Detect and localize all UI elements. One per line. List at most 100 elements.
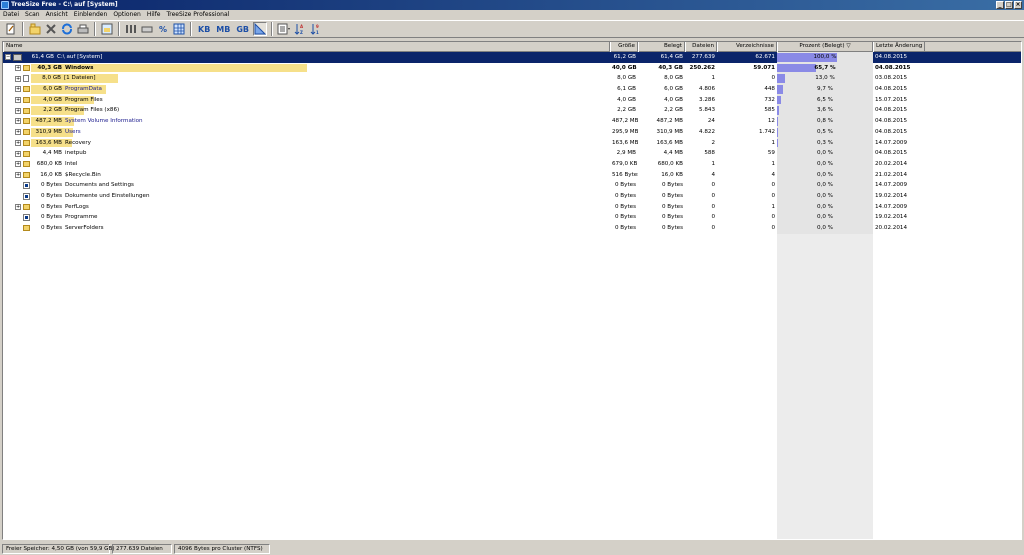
expand-icon[interactable]: + — [15, 203, 21, 210]
last-modified-cell: 04.08.2015 — [875, 118, 908, 125]
used-cell: 2,2 GB — [664, 107, 683, 114]
tree-row[interactable]: 0 Bytes Programme 0 Bytes 0 Bytes 0 0 0,0 % 19.… — [3, 212, 1021, 223]
tree-row[interactable]: +680,0 KB Intel 679,0 KB 680,0 KB 1 1 0,0 % 20.… — [3, 158, 1021, 170]
grid-view-button[interactable] — [172, 22, 186, 36]
drive-view-button[interactable] — [140, 22, 154, 36]
column-header-directories[interactable]: Verzeichnisse — [717, 42, 777, 52]
minimize-button[interactable]: _ — [996, 1, 1004, 9]
name-cell: +8,0 GB [1 Dateien] — [3, 73, 610, 84]
expand-icon[interactable]: + — [15, 150, 21, 157]
name-cell: +310,9 MB Users — [3, 127, 610, 138]
files-cell: 5.843 — [698, 107, 715, 114]
auto-unit-button[interactable] — [253, 22, 268, 36]
stop-x-icon — [46, 24, 56, 34]
menu-einblenden[interactable]: Einblenden — [74, 10, 108, 20]
tree-row[interactable]: +2,2 GB Program Files (x86) 2,2 GB 2,2 GB 5.… — [3, 105, 1021, 117]
expand-icon[interactable]: + — [15, 107, 21, 114]
tree-row[interactable]: +4,0 GB Program Files 4,0 GB 4,0 GB 3.286 732… — [3, 94, 1021, 106]
refresh-button[interactable] — [60, 22, 74, 36]
size-cell: 0 Bytes — [614, 182, 636, 189]
expand-icon[interactable]: + — [15, 75, 21, 82]
maximize-button[interactable]: □ — [1005, 1, 1013, 9]
last-modified-cell: 04.08.2015 — [875, 54, 908, 60]
unit-gb-label: GB — [236, 24, 250, 34]
tree-row[interactable]: +4,4 MB inetpub 2,9 MB 4,4 MB 588 59 0,0 % 04.0… — [3, 148, 1021, 159]
directories-cell: 59.071 — [753, 64, 775, 71]
tree-row[interactable]: +6,0 GB ProgramData 6,1 GB 6,0 GB 4.806 448 9,… — [3, 84, 1021, 95]
unit-mb-button[interactable]: MB — [214, 22, 232, 36]
expand-icon[interactable]: + — [15, 161, 21, 168]
percent-text: 13,0 % — [815, 75, 835, 82]
directories-cell: 0 — [771, 214, 775, 221]
tree-row[interactable]: −61,4 GB C:\ auf [System] 61,2 GB 61,4 GB 27… — [3, 52, 1021, 63]
sort-by-name-button[interactable]: AZ — [293, 22, 307, 36]
size-cell: 0 Bytes — [614, 225, 636, 231]
percent-text: 0,0 % — [817, 225, 833, 231]
percent-bar — [777, 106, 780, 116]
tree-row[interactable]: +310,9 MB Users 295,9 MB 310,9 MB 4.822 1.742… — [3, 126, 1021, 138]
last-modified-cell: 04.08.2015 — [875, 86, 908, 93]
expand-icon[interactable]: + — [15, 139, 21, 146]
name-cell: +487,2 MB System Volume Information — [3, 116, 610, 127]
expand-icon[interactable]: + — [15, 97, 21, 104]
percent-text: 0,0 % — [817, 160, 833, 167]
unit-kb-button[interactable]: KB — [196, 22, 212, 36]
name-cell: 0 Bytes ServerFolders — [3, 223, 610, 234]
tree-row[interactable]: +0 Bytes PerfLogs 0 Bytes 0 Bytes 0 1 0,0 % 14.… — [3, 201, 1021, 213]
menu-hilfe[interactable]: Hilfe — [147, 10, 161, 20]
directories-cell: 12 — [767, 118, 775, 125]
menu-datei[interactable]: Datei — [3, 10, 19, 20]
tree-row[interactable]: 0 Bytes ServerFolders 0 Bytes 0 Bytes 0 0 0,0 … — [3, 223, 1021, 234]
expand-icon[interactable]: + — [15, 118, 21, 125]
menu-optionen[interactable]: Optionen — [113, 10, 141, 20]
tree-row[interactable]: +16,0 KB $Recycle.Bin 516 Bytes 16,0 KB 4 4 0,… — [3, 169, 1021, 181]
expand-icon[interactable]: + — [15, 65, 21, 72]
expand-icon — [15, 193, 21, 199]
menu-ansicht[interactable]: Ansicht — [46, 10, 68, 20]
select-directory-button[interactable] — [28, 22, 42, 36]
files-cell: 2 — [711, 139, 715, 146]
used-cell: 310,9 MB — [656, 128, 683, 135]
expand-icon[interactable]: + — [15, 129, 21, 136]
stop-scan-button[interactable] — [44, 22, 58, 36]
column-header-percent[interactable]: Prozent (Belegt) ▽ — [777, 42, 873, 52]
details-view-button[interactable] — [277, 22, 291, 36]
sort-by-size-button[interactable]: 91 — [309, 22, 323, 36]
tree-row[interactable]: +163,6 MB Recovery 163,6 MB 163,6 MB 2 1 0,3 %… — [3, 137, 1021, 149]
column-header-name[interactable]: Name — [3, 42, 610, 52]
tree-row[interactable]: +8,0 GB [1 Dateien] 8,0 GB 8,0 GB 1 0 13,0 % 03… — [3, 73, 1021, 85]
options-button[interactable] — [4, 22, 18, 36]
bar-view-button[interactable] — [124, 22, 138, 36]
files-cell: 588 — [704, 150, 715, 157]
column-header-last-modified[interactable]: Letzte Änderung — [873, 42, 925, 52]
column-header-size[interactable]: Größe — [610, 42, 638, 52]
expand-icon[interactable]: + — [15, 86, 21, 93]
column-header-files[interactable]: Dateien — [685, 42, 717, 52]
print-button[interactable] — [76, 22, 90, 36]
column-header-used[interactable]: Belegt — [638, 42, 685, 52]
menu-scan[interactable]: Scan — [25, 10, 40, 20]
tree-row[interactable]: +40,3 GB Windows 40,0 GB 40,3 GB 250.262 59.0… — [3, 62, 1021, 74]
percent-view-button[interactable]: % — [156, 22, 170, 36]
toolbar-separator — [271, 22, 274, 36]
files-cell: 0 — [711, 214, 715, 221]
name-cell-content: − 61,4 GB C:\ auf [System] — [5, 52, 102, 63]
name-size-label: 310,9 MB — [35, 128, 62, 135]
percent-bar — [777, 74, 785, 84]
close-button[interactable]: × — [1014, 1, 1022, 9]
unit-gb-button[interactable]: GB — [234, 22, 251, 36]
name-cell-content: 0 Bytes Documents and Settings — [5, 180, 134, 191]
name-cell: +4,4 MB inetpub — [3, 148, 610, 159]
collapse-icon[interactable]: − — [5, 54, 11, 61]
tree-row[interactable]: 0 Bytes Documents and Settings 0 Bytes 0 By… — [3, 180, 1021, 191]
menu-treesize-professional[interactable]: TreeSize Professional — [167, 10, 230, 20]
export-button[interactable] — [100, 22, 114, 36]
percent-cell: 100,0 % — [777, 52, 873, 63]
expand-icon[interactable]: + — [15, 171, 21, 178]
tree-row[interactable]: +487,2 MB System Volume Information 487,2 … — [3, 116, 1021, 127]
folder-icon — [23, 107, 30, 114]
used-cell: 6,0 GB — [664, 86, 683, 93]
percent-text: 6,5 % — [817, 96, 833, 103]
used-cell: 163,6 MB — [656, 139, 683, 146]
tree-row[interactable]: 0 Bytes Dokumente und Einstellungen 0 Byte… — [3, 190, 1021, 202]
